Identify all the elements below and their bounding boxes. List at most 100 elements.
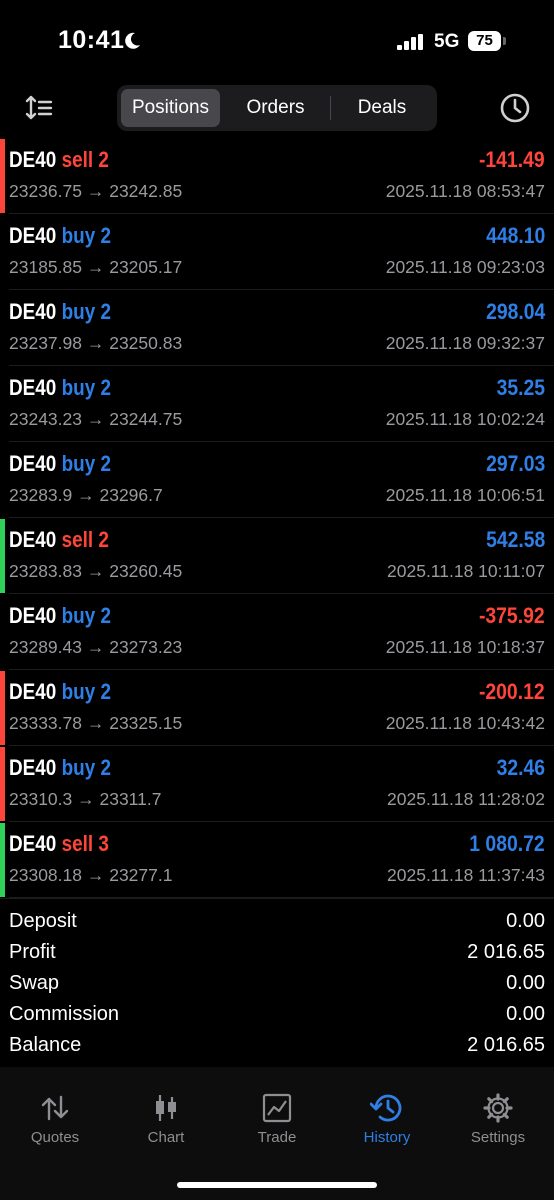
status-bar: 10:41 5G 75 [0, 0, 554, 84]
position-row[interactable]: DE40 buy 2 23310.3 → 23311.7 32.46 2025.11.… [0, 746, 554, 822]
position-symbol: DE40 [9, 147, 57, 172]
position-side: buy 2 [61, 451, 112, 476]
position-title: DE40 buy 2 [9, 755, 111, 781]
gear-icon [483, 1093, 513, 1123]
position-profit: 297.03 [485, 451, 545, 476]
nav-trade[interactable]: Trade [222, 1093, 332, 1153]
nav-label: Quotes [30, 1129, 80, 1146]
position-marker [0, 291, 5, 365]
battery-tip [503, 37, 506, 45]
summary-label: Profit [9, 941, 56, 963]
position-title: DE40 buy 2 [9, 223, 111, 249]
position-marker [0, 747, 5, 821]
position-time: 2025.11.18 11:28:02 [387, 789, 545, 809]
position-row[interactable]: DE40 buy 2 23333.78 → 23325.15 -200.12 2025… [0, 670, 554, 746]
position-prices: 23310.3 → 23311.7 [9, 789, 162, 809]
position-prices: 23243.23 → 23244.75 [9, 409, 183, 429]
nav-quotes[interactable]: Quotes [0, 1093, 110, 1153]
summary-row-commission: Commission 0.00 [9, 999, 545, 1030]
position-time: 2025.11.18 10:43:42 [385, 713, 545, 733]
clock-icon[interactable] [499, 92, 531, 124]
nav-settings[interactable]: Settings [443, 1093, 553, 1153]
position-symbol: DE40 [9, 299, 57, 324]
nav-history[interactable]: History [332, 1093, 442, 1153]
position-profit: -141.49 [479, 147, 545, 172]
position-row[interactable]: DE40 buy 2 23185.85 → 23205.17 448.10 2025.… [0, 214, 554, 290]
status-time: 10:41 [58, 26, 125, 54]
position-profit: 35.25 [496, 375, 545, 400]
position-marker [0, 367, 5, 441]
position-prices: 23185.85 → 23205.17 [9, 257, 183, 277]
position-side: buy 2 [61, 299, 112, 324]
position-side: buy 2 [61, 755, 112, 780]
summary-row-balance: Balance 2 016.65 [9, 1030, 545, 1061]
nav-label: Chart [147, 1129, 185, 1146]
summary-label: Swap [9, 972, 60, 994]
position-prices: 23289.43 → 23273.23 [9, 637, 183, 657]
position-row[interactable]: DE40 sell 2 23236.75 → 23242.85 -141.49 202… [0, 138, 554, 214]
position-symbol: DE40 [9, 527, 57, 552]
summary-panel: Deposit 0.00 Profit 2 016.65 Swap 0.00 C… [0, 898, 554, 1068]
position-symbol: DE40 [9, 679, 57, 704]
tab-orders[interactable]: Orders [224, 89, 327, 127]
summary-value: 0.00 [506, 1003, 545, 1025]
position-prices: 23308.18 → 23277.1 [9, 865, 173, 885]
position-marker [0, 519, 5, 593]
network-type: 5G [434, 31, 460, 52]
summary-value: 2 016.65 [467, 941, 545, 963]
summary-label: Deposit [9, 910, 77, 932]
position-title: DE40 sell 3 [9, 831, 109, 857]
position-marker [0, 595, 5, 669]
trade-chart-icon [262, 1093, 292, 1123]
nav-label: Settings [470, 1129, 526, 1146]
position-title: DE40 sell 2 [9, 527, 109, 553]
position-row[interactable]: DE40 sell 2 23283.83 → 23260.45 542.58 2025… [0, 518, 554, 594]
position-marker [0, 443, 5, 517]
position-title: DE40 sell 2 [9, 147, 109, 173]
position-symbol: DE40 [9, 375, 57, 400]
position-profit: -200.12 [479, 679, 545, 704]
position-side: buy 2 [61, 679, 112, 704]
moon-icon [125, 32, 140, 49]
position-row[interactable]: DE40 buy 2 23283.9 → 23296.7 297.03 2025.11… [0, 442, 554, 518]
position-side: sell 3 [61, 831, 109, 856]
position-side: buy 2 [61, 603, 112, 628]
position-profit: 1 080.72 [469, 831, 545, 856]
tab-deals[interactable]: Deals [331, 89, 433, 127]
position-symbol: DE40 [9, 831, 57, 856]
position-row[interactable]: DE40 sell 3 23308.18 → 23277.1 1 080.72 202… [0, 822, 554, 898]
position-prices: 23237.98 → 23250.83 [9, 333, 183, 353]
position-symbol: DE40 [9, 223, 57, 248]
position-profit: 298.04 [485, 299, 545, 324]
position-prices: 23283.83 → 23260.45 [9, 561, 183, 581]
position-marker [0, 139, 5, 213]
position-row[interactable]: DE40 buy 2 23289.43 → 23273.23 -375.92 2025… [0, 594, 554, 670]
position-title: DE40 buy 2 [9, 299, 111, 325]
position-time: 2025.11.18 08:53:47 [385, 181, 545, 201]
position-title: DE40 buy 2 [9, 679, 111, 705]
position-row[interactable]: DE40 buy 2 23237.98 → 23250.83 298.04 2025.… [0, 290, 554, 366]
position-marker [0, 671, 5, 745]
summary-row-profit: Profit 2 016.65 [9, 937, 545, 968]
position-marker [0, 823, 5, 897]
position-side: sell 2 [61, 527, 109, 552]
position-title: DE40 buy 2 [9, 451, 111, 477]
nav-chart[interactable]: Chart [111, 1093, 221, 1153]
toolbar: Positions Orders Deals [0, 84, 554, 132]
position-symbol: DE40 [9, 451, 57, 476]
position-profit: -375.92 [479, 603, 545, 628]
position-marker [0, 215, 5, 289]
tab-positions[interactable]: Positions [121, 89, 220, 127]
candlestick-icon [156, 1095, 176, 1121]
position-row[interactable]: DE40 buy 2 23243.23 → 23244.75 35.25 2025.1… [0, 366, 554, 442]
sort-icon[interactable] [24, 94, 54, 122]
position-time: 2025.11.18 10:02:24 [385, 409, 545, 429]
position-time: 2025.11.18 10:11:07 [387, 561, 545, 581]
position-prices: 23283.9 → 23296.7 [9, 485, 163, 505]
nav-label: History [363, 1129, 411, 1146]
quotes-icon [41, 1095, 69, 1121]
summary-row-swap: Swap 0.00 [9, 968, 545, 999]
position-title: DE40 buy 2 [9, 375, 111, 401]
positions-list[interactable]: DE40 sell 2 23236.75 → 23242.85 -141.49 202… [0, 138, 554, 898]
battery-icon: 75 [468, 31, 501, 51]
